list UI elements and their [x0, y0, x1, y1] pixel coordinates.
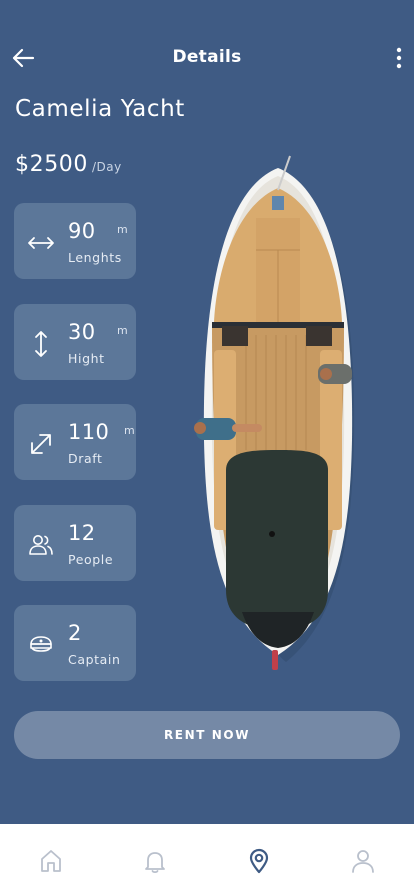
price-value: $2500	[15, 152, 88, 177]
yacht-details-screen: Details Camelia Yacht $2500 /Day 90 m Le…	[0, 0, 414, 896]
stat-card-height: 30 m Hight	[14, 304, 136, 380]
stat-value: 90	[68, 219, 96, 243]
horizontal-arrows-icon	[28, 237, 54, 249]
price-unit: /Day	[92, 160, 122, 174]
stat-unit: m	[124, 424, 135, 437]
stat-value: 110	[68, 420, 110, 444]
stat-value: 30	[68, 320, 96, 344]
stat-label: Hight	[68, 351, 105, 366]
stat-label: Draft	[68, 451, 103, 466]
captain-hat-icon	[30, 636, 52, 652]
stat-value: 12	[68, 521, 96, 545]
stat-value: 2	[68, 621, 82, 645]
user-icon[interactable]	[350, 848, 376, 874]
stat-label: Lenghts	[68, 250, 122, 265]
stat-card-captain: 2 Captain	[14, 605, 136, 681]
top-bar: Details	[0, 0, 414, 110]
more-vertical-icon[interactable]	[390, 45, 408, 71]
rent-now-button[interactable]: RENT NOW	[14, 711, 400, 759]
location-pin-icon[interactable]	[246, 848, 272, 874]
stat-label: People	[68, 552, 114, 567]
yacht-name: Camelia Yacht	[15, 96, 185, 122]
people-icon	[29, 535, 53, 555]
stat-card-people: 12 People	[14, 505, 136, 581]
stat-unit: m	[117, 324, 128, 337]
stat-label: Captain	[68, 652, 121, 667]
stat-card-length: 90 m Lenghts	[14, 203, 136, 279]
diagonal-arrows-icon	[31, 434, 51, 454]
yacht-image	[194, 155, 355, 670]
home-icon[interactable]	[38, 848, 64, 874]
bell-icon[interactable]	[142, 848, 168, 874]
stat-unit: m	[117, 223, 128, 236]
page-title: Details	[172, 47, 242, 67]
bottom-nav	[0, 824, 414, 896]
vertical-arrows-icon	[35, 331, 47, 357]
stat-card-draft: 110 m Draft	[14, 404, 136, 480]
price: $2500 /Day	[15, 152, 122, 177]
